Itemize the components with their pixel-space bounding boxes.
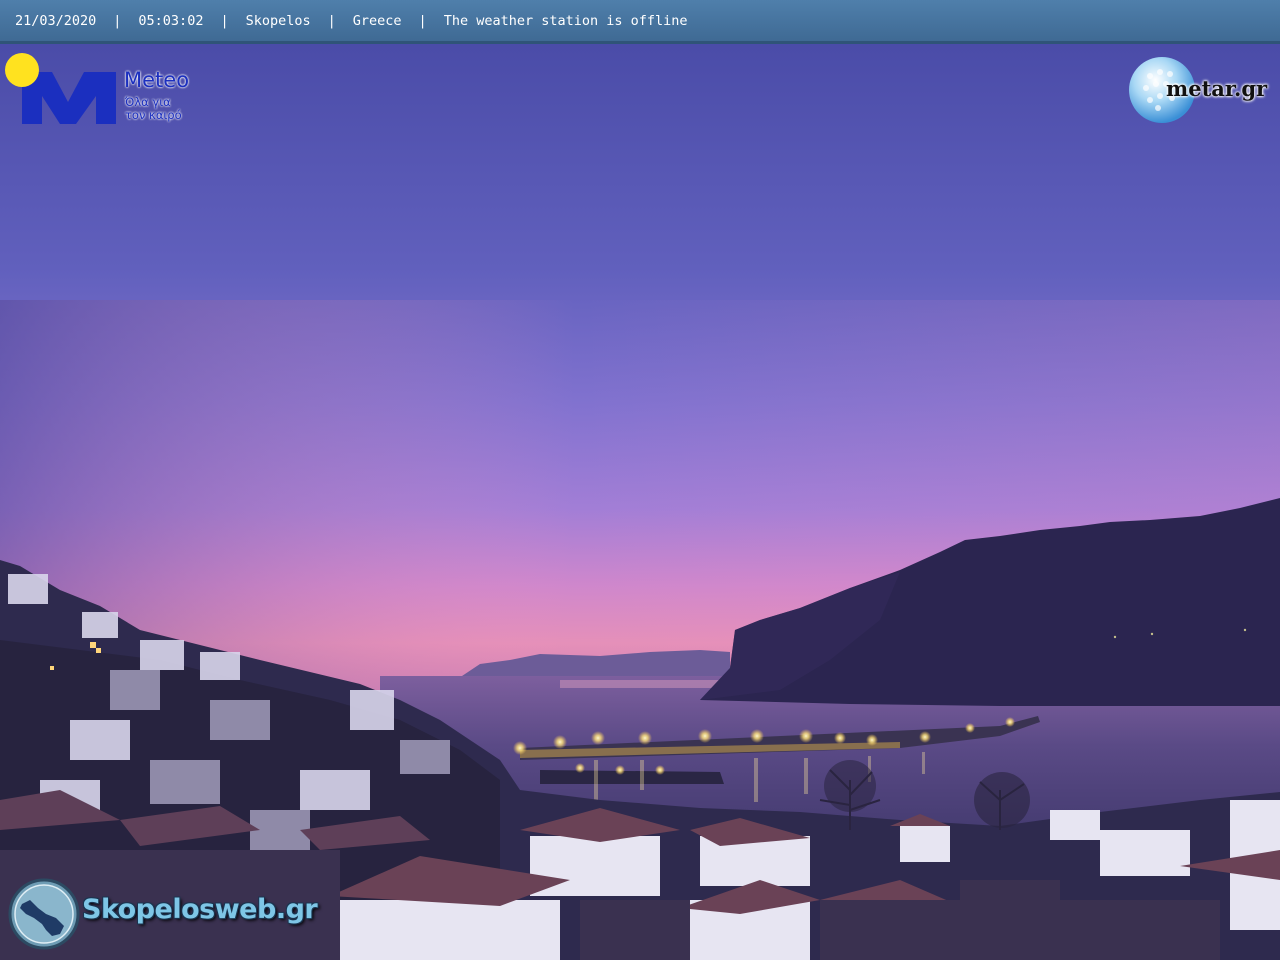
separator: | (220, 12, 229, 29)
meteo-logo[interactable]: Meteo Όλα για τον καιρό (4, 52, 204, 132)
separator: | (113, 12, 122, 29)
status-bar: 21/03/2020 | 05:03:02 | Skopelos | Greec… (0, 0, 1280, 44)
time-text: 05:03:02 (138, 12, 204, 29)
sunrise-harbor-photo (0, 0, 1280, 960)
separator: | (418, 12, 427, 29)
station-status-text: The weather station is offline (443, 12, 688, 29)
country-text: Greece (352, 12, 402, 29)
island-map-icon (8, 878, 80, 950)
date-text: 21/03/2020 (15, 12, 97, 29)
skopelosweb-logo[interactable]: Skopelosweb.gr (8, 878, 328, 950)
meteo-slogan-line2: τον καιρό (125, 108, 182, 122)
location-text: Skopelos (245, 12, 311, 29)
skopelosweb-logo-text: Skopelosweb.gr (82, 894, 318, 925)
meteo-slogan: Όλα για τον καιρό (125, 96, 205, 122)
webcam-view: 21/03/2020 | 05:03:02 | Skopelos | Greec… (0, 0, 1280, 960)
metar-logo[interactable]: metar.gr (1128, 54, 1273, 126)
meteo-title: Meteo (124, 68, 190, 92)
metar-logo-text: metar.gr (1166, 76, 1268, 101)
separator: | (327, 12, 336, 29)
